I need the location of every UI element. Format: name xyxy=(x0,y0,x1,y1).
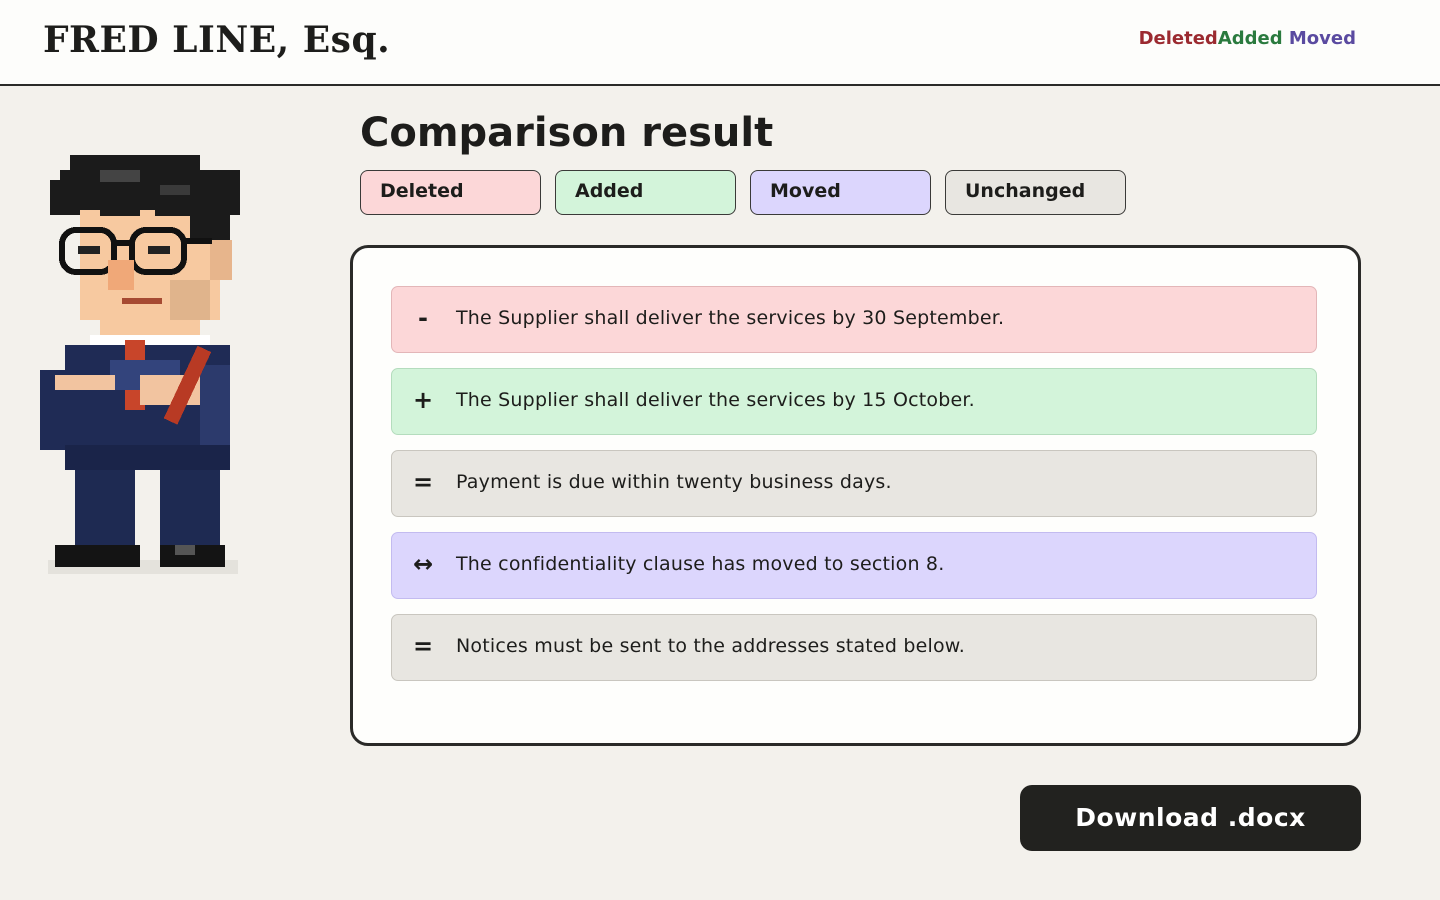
diff-row-text: Payment is due within twenty business da… xyxy=(456,471,892,493)
legend-added: Added xyxy=(1217,28,1283,49)
diff-row-deleted: - The Supplier shall deliver the service… xyxy=(391,286,1317,353)
filter-added-button[interactable]: Added xyxy=(555,170,736,215)
move-arrow-icon: ↔ xyxy=(412,550,434,578)
lawyer-avatar-icon xyxy=(40,155,240,574)
diff-row-text: Notices must be sent to the addresses st… xyxy=(456,635,966,657)
legend-moved: Moved xyxy=(1288,28,1356,49)
legend-deleted: Deleted xyxy=(1138,28,1218,49)
diff-row-text: The Supplier shall deliver the services … xyxy=(456,307,1005,329)
download-docx-button[interactable]: Download .docx xyxy=(1020,785,1361,851)
diff-row-unchanged: = Notices must be sent to the addresses … xyxy=(391,614,1317,681)
minus-icon: - xyxy=(418,304,428,332)
diff-row-unchanged: = Payment is due within twenty business … xyxy=(391,450,1317,517)
diff-row-added: + The Supplier shall deliver the service… xyxy=(391,368,1317,435)
plus-icon: + xyxy=(412,386,434,414)
filter-unchanged-button[interactable]: Unchanged xyxy=(945,170,1126,215)
diff-row-text: The confidentiality clause has moved to … xyxy=(456,553,945,575)
filter-deleted-button[interactable]: Deleted xyxy=(360,170,541,215)
page-title: Comparison result xyxy=(360,110,774,156)
filter-moved-button[interactable]: Moved xyxy=(750,170,931,215)
legend: DeletedAdded Moved xyxy=(1139,28,1356,49)
equals-icon: = xyxy=(412,468,434,496)
comparison-panel: - The Supplier shall deliver the service… xyxy=(350,245,1361,746)
equals-icon: = xyxy=(412,632,434,660)
top-bar: FRED LINE, Esq. DeletedAdded Moved xyxy=(0,0,1440,86)
filter-group: Deleted Added Moved Unchanged xyxy=(360,170,1126,215)
brand-title: FRED LINE, Esq. xyxy=(43,19,391,61)
diff-row-moved: ↔ The confidentiality clause has moved t… xyxy=(391,532,1317,599)
diff-row-text: The Supplier shall deliver the services … xyxy=(456,389,975,411)
